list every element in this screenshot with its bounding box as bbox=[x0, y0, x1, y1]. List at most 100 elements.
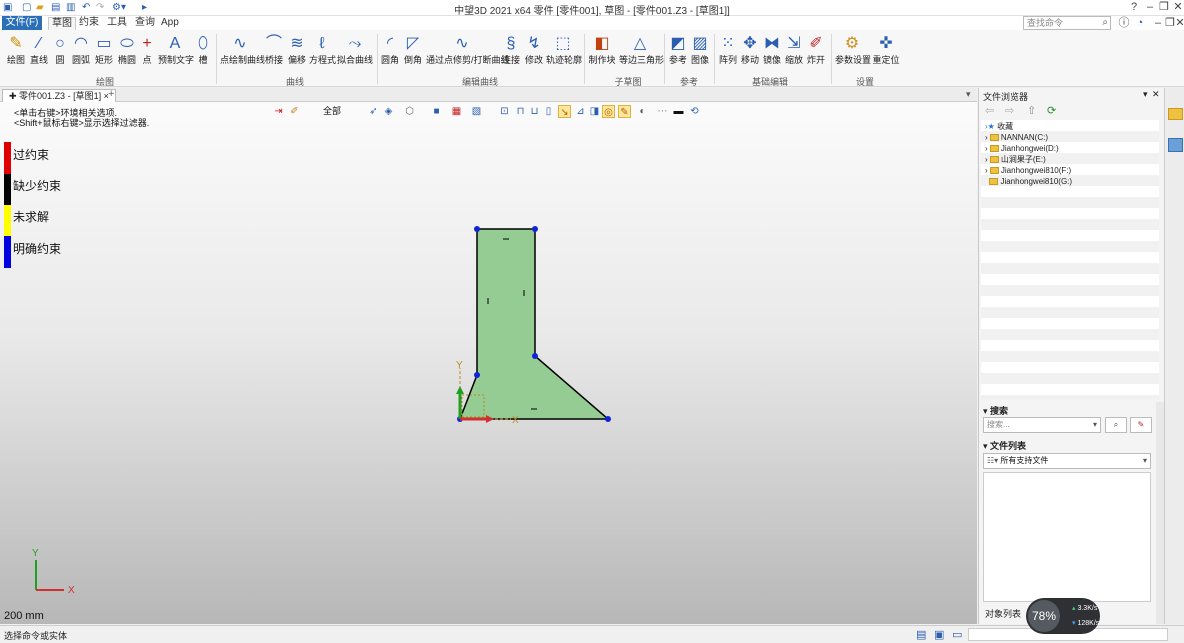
arc-icon: ◠ bbox=[74, 35, 88, 52]
file-list-area[interactable] bbox=[983, 472, 1151, 602]
reference-icon: ◩ bbox=[670, 35, 686, 52]
group-label-subsketch: 子草图 bbox=[614, 77, 642, 87]
file-list-title: 文件列表 bbox=[990, 441, 1027, 451]
forward-icon[interactable]: ⇨ bbox=[1005, 104, 1014, 117]
sketch-vertex[interactable] bbox=[474, 372, 480, 378]
tree-item-favorites[interactable]: ›★ 收藏 bbox=[985, 122, 1013, 132]
performance-widget[interactable]: 78% ▴ 3.3K/s ▾ 128K/s bbox=[1026, 598, 1100, 634]
tool-mirror[interactable]: ⧓ 镜像 bbox=[762, 33, 782, 65]
cpu-usage: 78% bbox=[1028, 600, 1060, 632]
tool-scale[interactable]: ⇲ 缩放 bbox=[784, 33, 804, 65]
menu-constraint[interactable]: 约束 bbox=[76, 17, 102, 30]
sketch-canvas[interactable]: Y X Y X bbox=[0, 102, 977, 624]
right-sidebar bbox=[1164, 88, 1184, 624]
sketch-vertex[interactable] bbox=[474, 226, 480, 232]
sketch-vertex[interactable] bbox=[532, 353, 538, 359]
status-bar: 选择命令或实体 ▤ ▣ ▭ bbox=[0, 625, 1184, 643]
tool-equilateral-triangle[interactable]: △ 等边三角形 bbox=[619, 33, 664, 65]
tool-circle[interactable]: ○ 圆 bbox=[51, 33, 69, 65]
tool-make-block[interactable]: ◧ 制作块 bbox=[588, 33, 616, 65]
panel-dropdown-icon[interactable]: ▾ bbox=[1143, 89, 1148, 100]
group-separator bbox=[216, 34, 217, 84]
tool-arc[interactable]: ◠ 圆弧 bbox=[70, 33, 92, 65]
doc-close-icon[interactable]: ✕ bbox=[1172, 16, 1184, 31]
tool-fillet[interactable]: ◜ 圆角 bbox=[380, 33, 400, 65]
search-button[interactable]: ⌕ bbox=[1105, 417, 1127, 433]
layout-icon[interactable]: ▤ bbox=[916, 628, 926, 641]
tool-image[interactable]: ▨ 图像 bbox=[690, 33, 710, 65]
command-search-placeholder: 查找命令 bbox=[1027, 18, 1064, 28]
tool-chamfer[interactable]: ◸ 倒角 bbox=[403, 33, 423, 65]
tree-item-drive-e[interactable]: › 山涧果子(E:) bbox=[985, 155, 1046, 165]
tool-pattern[interactable]: ⁙ 阵列 bbox=[718, 33, 738, 65]
tool-point-label: 点 bbox=[142, 55, 152, 65]
help-dropdown-icon[interactable]: ◔ bbox=[1132, 16, 1148, 31]
tool-parameter-settings[interactable]: ⚙ 参数设置 bbox=[835, 33, 871, 65]
info-icon[interactable]: ⓘ bbox=[1116, 16, 1132, 31]
tool-ellipse[interactable]: ⬭ 椭圆 bbox=[116, 33, 138, 65]
document-tabs: ✚ 零件001.Z3 - [草图1] × + ▾ bbox=[0, 88, 977, 102]
tool-rectangle[interactable]: ▭ 矩形 bbox=[93, 33, 115, 65]
graphics-viewport[interactable]: <单击右键>环境相关选项. <Shift+鼠标右键>显示选择过滤器. ⇥ ✐ 全… bbox=[0, 102, 977, 624]
tool-preset-text[interactable]: A 预制文字 bbox=[158, 33, 194, 65]
trace-profile-icon: ⬚ bbox=[555, 35, 571, 52]
tool-join[interactable]: § 连接 bbox=[501, 33, 521, 65]
sketch-vertex[interactable] bbox=[605, 416, 611, 422]
relocate-icon: ✜ bbox=[879, 35, 893, 52]
tool-relocate[interactable]: ✜ 重定位 bbox=[872, 33, 900, 65]
file-type-filter-select[interactable]: ☷▾ 所有支持文件 ▾ bbox=[983, 453, 1151, 469]
menu-app[interactable]: App bbox=[158, 17, 182, 30]
tool-fit-curve[interactable]: ⤳ 拟合曲线 bbox=[337, 33, 373, 65]
tool-point[interactable]: + 点 bbox=[139, 33, 155, 65]
filter-dropdown-icon: ▾ bbox=[1142, 456, 1147, 465]
library-tab-icon[interactable] bbox=[1168, 138, 1183, 152]
file-browser-tab-icon[interactable] bbox=[1168, 108, 1183, 120]
tool-line[interactable]: ⁄ 直线 bbox=[28, 33, 50, 65]
file-list-section-header[interactable]: ▾ 文件列表 bbox=[983, 439, 1026, 452]
clear-search-button[interactable]: ✎ bbox=[1130, 417, 1152, 433]
up-folder-icon[interactable]: ⇧ bbox=[1027, 104, 1036, 117]
object-list-label[interactable]: 对象列表 bbox=[985, 607, 1021, 620]
tool-modify[interactable]: ↯ 修改 bbox=[524, 33, 544, 65]
tool-trace-profile[interactable]: ⬚ 轨迹轮廓 bbox=[546, 33, 582, 65]
file-browser-toolbar: ⇦ ⇨ ⇧ ⟳ bbox=[981, 102, 1163, 118]
back-icon[interactable]: ⇦ bbox=[985, 104, 994, 117]
tool-sketch[interactable]: ✎ 绘图 bbox=[5, 33, 27, 65]
tool-offset[interactable]: ≋ 偏移 bbox=[287, 33, 307, 65]
tree-item-drive-d[interactable]: › Jianhongwei(D:) bbox=[985, 144, 1059, 154]
tool-move[interactable]: ✥ 移动 bbox=[740, 33, 760, 65]
tree-item-drive-f[interactable]: › Jianhongwei810(F:) bbox=[985, 166, 1071, 176]
window-icon[interactable]: ▭ bbox=[952, 628, 962, 641]
tool-point-curve-label: 点绘制曲线 bbox=[220, 55, 266, 65]
help-icon[interactable]: ? bbox=[1126, 0, 1142, 15]
close-icon[interactable]: ✕ bbox=[1170, 0, 1184, 15]
tool-reference[interactable]: ◩ 参考 bbox=[668, 33, 688, 65]
tab-dropdown-icon[interactable]: ▾ bbox=[966, 89, 971, 100]
refresh-icon[interactable]: ⟳ bbox=[1047, 104, 1056, 117]
tool-explode[interactable]: ✐ 炸开 bbox=[806, 33, 826, 65]
sketch-profile[interactable] bbox=[458, 228, 611, 420]
menu-file[interactable]: 文件(F) bbox=[2, 16, 42, 30]
tool-equation[interactable]: ℓ 方程式 bbox=[309, 33, 336, 65]
panel-scrollbar[interactable] bbox=[1156, 402, 1164, 624]
sketch-vertex[interactable] bbox=[532, 226, 538, 232]
file-search-input[interactable]: 搜索... ▾ bbox=[983, 417, 1101, 433]
tree-item-drive-c[interactable]: › NANNAN(C:) bbox=[985, 133, 1048, 143]
tool-slot[interactable]: ⬯ 槽 bbox=[193, 33, 213, 65]
document-tab[interactable]: ✚ 零件001.Z3 - [草图1] × bbox=[2, 89, 116, 102]
menu-sketch[interactable]: 草图 bbox=[48, 17, 76, 30]
tool-trim-break[interactable]: ∿ 通过点修剪/打断曲线 bbox=[426, 33, 510, 65]
tool-make-block-label: 制作块 bbox=[588, 55, 616, 65]
menu-query[interactable]: 查询 bbox=[132, 17, 158, 30]
tree-item-drive-g[interactable]: Jianhongwei810(G:) bbox=[985, 177, 1072, 187]
monitor-icon[interactable]: ▣ bbox=[934, 628, 944, 641]
new-tab-icon[interactable]: + bbox=[108, 88, 114, 100]
group-separator bbox=[664, 34, 665, 84]
command-search-input[interactable]: 查找命令 ⌕ bbox=[1023, 16, 1111, 30]
tool-point-curve[interactable]: ∿ 点绘制曲线 bbox=[220, 33, 266, 65]
menu-tools[interactable]: 工具 bbox=[104, 17, 130, 30]
view-mode-icon: ☷▾ bbox=[987, 456, 1001, 465]
panel-close-icon[interactable]: ✕ bbox=[1152, 89, 1160, 100]
search-section-header[interactable]: ▾ 搜索 bbox=[983, 404, 1008, 417]
tool-bridge[interactable]: ⌒ 桥接 bbox=[262, 33, 286, 65]
